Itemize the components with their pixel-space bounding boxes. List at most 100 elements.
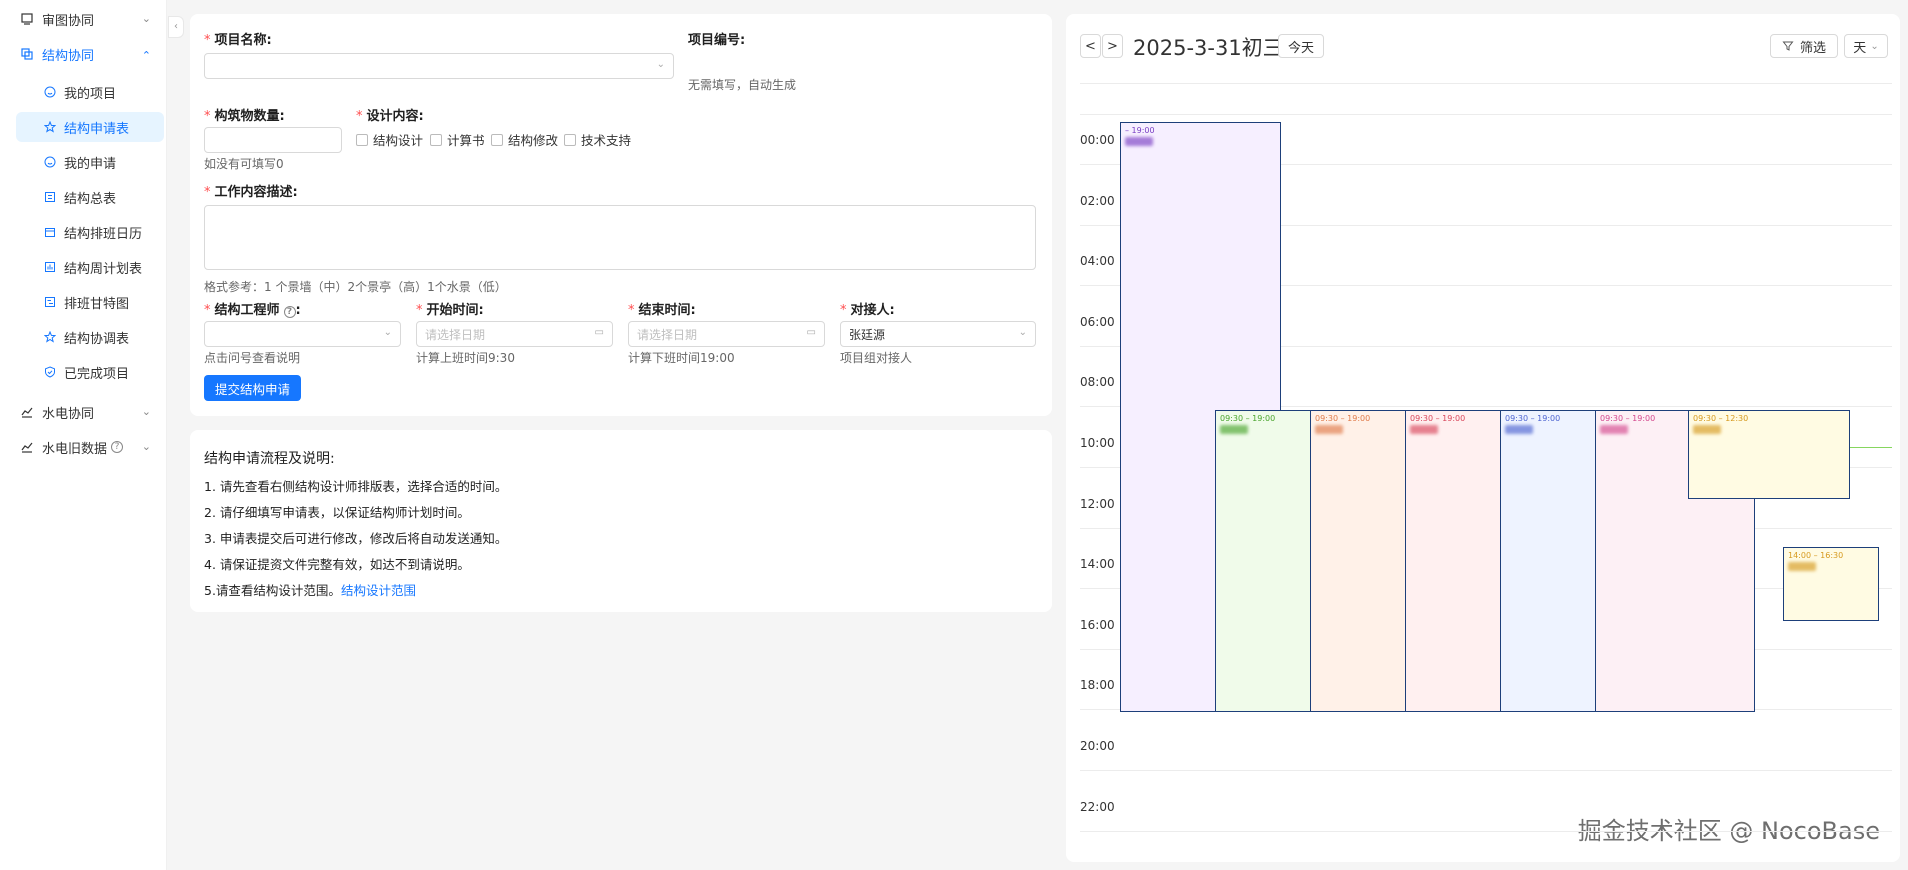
checkbox-label: 结构设计 <box>373 133 424 148</box>
instructions-card: 结构申请流程及说明: 1. 请先查看右侧结构设计师排版表，选择合适的时间。 2.… <box>190 430 1052 612</box>
sidebar-item-schedule-calendar[interactable]: 结构排班日历 <box>16 217 164 247</box>
contact-value: 张廷源 <box>849 327 886 342</box>
calendar-event[interactable]: 09:30 – 19:00 <box>1310 410 1406 712</box>
smile-icon <box>44 156 56 168</box>
today-button[interactable]: 今天 <box>1278 34 1324 58</box>
menu-group-label: 水电旧数据 <box>42 441 108 457</box>
hour-label: 10:00 <box>1080 436 1115 450</box>
schedule-calendar: < > 2025-3-31初三 今天 筛选 天 ⌄ 掘金技术社区 @ NocoB… <box>1066 14 1900 862</box>
calendar-icon: ▭ <box>594 327 604 338</box>
calendar-event[interactable]: 09:30 – 12:30 <box>1688 410 1850 499</box>
scope-link[interactable]: 结构设计范围 <box>341 583 416 598</box>
sidebar-item-completed[interactable]: 已完成项目 <box>16 357 164 387</box>
menu-group-mep[interactable]: 水电协同 ⌄ <box>0 397 167 427</box>
work-desc-textarea[interactable] <box>204 205 1036 270</box>
building-count-input[interactable] <box>204 127 342 153</box>
calendar-icon: ▭ <box>806 327 816 338</box>
sidebar-item-gantt[interactable]: 排班甘特图 <box>16 287 164 317</box>
sidebar-item-label: 结构排班日历 <box>64 226 143 242</box>
line-chart-icon <box>21 407 33 418</box>
calendar-event[interactable]: 09:30 – 19:00 <box>1405 410 1502 712</box>
design-content-label: * 设计内容: <box>356 105 424 124</box>
menu-group-label: 审图协同 <box>42 13 95 29</box>
question-circle-icon[interactable]: ? <box>111 441 124 453</box>
event-time: 14:00 – 16:30 <box>1788 551 1844 560</box>
required-mark: * <box>628 303 635 318</box>
prev-day-button[interactable]: < <box>1080 34 1101 58</box>
sidebar-item-structure-summary[interactable]: 结构总表 <box>16 182 164 212</box>
menu-group-review[interactable]: 审图协同 ⌄ <box>0 4 167 34</box>
star-icon <box>44 121 56 133</box>
hour-label: 22:00 <box>1080 800 1115 814</box>
checkbox-calculation[interactable]: 计算书 <box>430 130 485 149</box>
instruction-line: 3. 申请表提交后可进行修改，修改后将自动发送通知。 <box>204 531 508 546</box>
label-colon: : <box>295 303 301 318</box>
start-time-hint: 计算上班时间9:30 <box>416 351 515 365</box>
required-mark: * <box>840 303 847 318</box>
chevron-up-icon: ⌃ <box>141 49 151 62</box>
hour-label: 18:00 <box>1080 678 1115 692</box>
sidebar-item-label: 我的项目 <box>64 86 117 102</box>
submit-button[interactable]: 提交结构申请 <box>204 375 301 401</box>
menu-group-mep-legacy[interactable]: 水电旧数据 ? ⌄ <box>0 432 167 462</box>
sidebar-item-weekly-plan[interactable]: 结构周计划表 <box>16 252 164 282</box>
calendar-event[interactable]: 14:00 – 16:30 <box>1783 547 1879 621</box>
sidebar-item-my-projects[interactable]: 我的项目 <box>16 77 164 107</box>
label-text: 结束时间: <box>638 303 696 318</box>
next-day-button[interactable]: > <box>1102 34 1123 58</box>
filter-label: 筛选 <box>1799 40 1826 56</box>
filter-icon <box>1782 41 1794 51</box>
sidebar-item-my-applications[interactable]: 我的申请 <box>16 147 164 177</box>
instruction-line: 4. 请保证提资文件完整有效，如达不到请说明。 <box>204 557 470 572</box>
view-label: 天 <box>1853 40 1867 56</box>
line-chart-icon <box>21 442 33 453</box>
checkbox-tech-support[interactable]: 技术支持 <box>564 130 631 149</box>
engineer-select[interactable]: ⌄ <box>204 321 401 347</box>
checkbox-box[interactable] <box>356 133 368 146</box>
hour-label: 14:00 <box>1080 557 1115 571</box>
menu-group-structure[interactable]: 结构协同 ⌃ <box>0 39 167 69</box>
checkbox-label: 结构修改 <box>508 133 559 148</box>
event-title-redacted <box>1788 562 1816 571</box>
engineer-label: * 结构工程师?: <box>204 299 301 318</box>
sidebar-item-label: 结构总表 <box>64 191 117 207</box>
required-mark: * <box>204 33 211 48</box>
required-mark: * <box>204 109 211 124</box>
sidebar-item-structure-application[interactable]: 结构申请表 <box>16 112 164 142</box>
checkbox-structure-design[interactable]: 结构设计 <box>356 130 423 149</box>
sidebar-item-label: 已完成项目 <box>64 366 130 382</box>
hour-gridline <box>1080 114 1892 115</box>
event-time: 09:30 – 19:00 <box>1315 414 1371 423</box>
label-text: 构筑物数量: <box>214 109 285 124</box>
hour-label: 12:00 <box>1080 497 1115 511</box>
chevron-down-icon: ⌄ <box>141 405 151 418</box>
checkbox-box[interactable] <box>564 133 576 146</box>
chevron-down-icon: ⌄ <box>141 12 151 25</box>
checkbox-structure-modify[interactable]: 结构修改 <box>491 130 558 149</box>
event-title-redacted <box>1220 425 1248 434</box>
hour-label: 08:00 <box>1080 375 1115 389</box>
watermark: 掘金技术社区 @ NocoBase <box>1577 817 1880 845</box>
project-name-select[interactable]: ⌄ <box>204 53 674 79</box>
view-select[interactable]: 天 ⌄ <box>1844 34 1888 58</box>
required-mark: * <box>204 185 211 200</box>
building-count-label: * 构筑物数量: <box>204 105 285 124</box>
required-mark: * <box>204 303 211 318</box>
calendar-event[interactable]: 09:30 – 19:00 <box>1500 410 1597 712</box>
contact-select[interactable]: 张廷源 ⌄ <box>840 321 1036 347</box>
start-time-picker[interactable]: 请选择日期 ▭ <box>416 321 613 347</box>
sidebar-item-coordination[interactable]: 结构协调表 <box>16 322 164 352</box>
sidebar-collapse-button[interactable]: ‹ <box>168 16 184 38</box>
contact-hint: 项目组对接人 <box>840 351 913 365</box>
gantt-icon <box>45 297 55 307</box>
question-circle-icon[interactable]: ? <box>283 306 296 318</box>
checkbox-box[interactable] <box>430 133 442 146</box>
instructions-title: 结构申请流程及说明: <box>204 451 335 467</box>
calendar-event[interactable]: 09:30 – 19:00 <box>1215 410 1312 712</box>
checkbox-box[interactable] <box>491 133 503 146</box>
sidebar-item-label: 结构申请表 <box>64 121 130 137</box>
label-text: 工作内容描述: <box>214 185 298 200</box>
end-time-picker[interactable]: 请选择日期 ▭ <box>628 321 825 347</box>
table-icon <box>45 192 55 202</box>
filter-button[interactable]: 筛选 <box>1770 34 1838 58</box>
